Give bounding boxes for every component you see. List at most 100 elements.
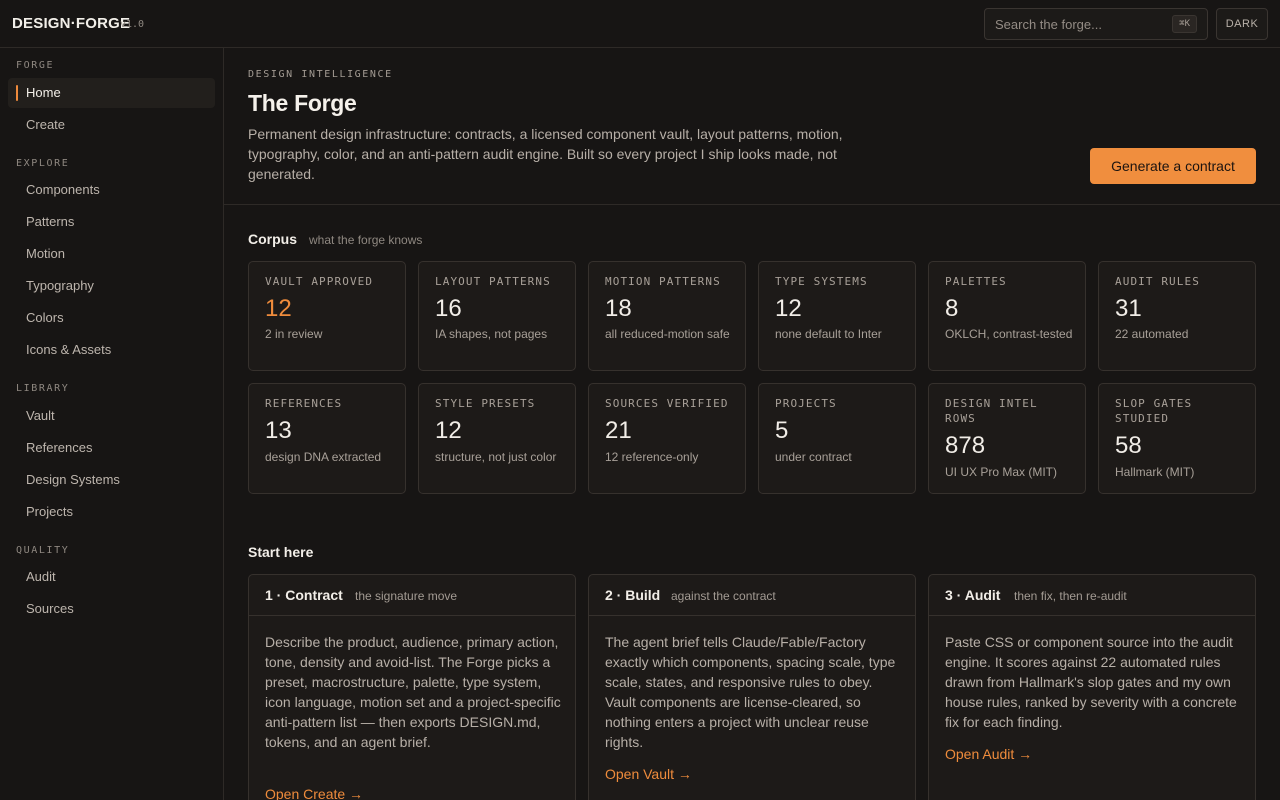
stat-label: AUDIT RULES <box>1115 275 1200 288</box>
sidebar-item-typography[interactable]: Typography <box>8 271 215 301</box>
main-content: DESIGN INTELLIGENCE The Forge Permanent … <box>224 48 1280 800</box>
stat-note: OKLCH, contrast-tested <box>945 327 1073 341</box>
sidebar-item-sources[interactable]: Sources <box>8 594 215 624</box>
sidebar-item-patterns[interactable]: Patterns <box>8 207 215 237</box>
corpus-title: Corpus <box>248 231 297 247</box>
corpus-subtitle: what the forge knows <box>309 233 423 247</box>
stat-label: DESIGN INTEL ROWS <box>945 397 1038 425</box>
stat-note: 12 reference-only <box>605 450 699 464</box>
start-here-title: Start here <box>248 544 314 560</box>
stat-value: 8 <box>945 295 959 322</box>
open-audit-link[interactable]: Open Audit → <box>945 746 1032 762</box>
stat-value: 21 <box>605 417 632 444</box>
step-body: Paste CSS or component source into the a… <box>945 634 1237 730</box>
version-badge: v1.0 <box>120 19 145 30</box>
step-header: 3 · Audit then fix, then re-audit <box>929 575 1255 616</box>
stat-value: 12 <box>775 295 802 322</box>
stat-card-projects[interactable]: PROJECTS 5 under contract <box>758 383 916 494</box>
stat-note: design DNA extracted <box>265 450 382 464</box>
step-header: 1 · Contract the signature move <box>249 575 575 616</box>
stat-label: SLOP GATES STUDIED <box>1115 397 1193 425</box>
stat-label: SOURCES VERIFIED <box>605 397 729 410</box>
stat-card-audit-rules[interactable]: AUDIT RULES 31 22 automated <box>1098 261 1256 371</box>
sidebar-item-references[interactable]: References <box>8 433 215 463</box>
step-header: 2 · Build against the contract <box>589 575 915 616</box>
top-bar: DESIGN·FORGE v1.0 ⌘K DARK <box>0 0 1280 48</box>
eyebrow: DESIGN INTELLIGENCE <box>248 69 393 80</box>
theme-toggle-button[interactable]: DARK <box>1216 8 1268 40</box>
step-tag: then fix, then re-audit <box>1014 589 1127 603</box>
step-tag: against the contract <box>671 589 776 603</box>
page-title: The Forge <box>248 90 357 116</box>
search-shortcut: ⌘K <box>1172 15 1197 33</box>
stat-card-slop-gates[interactable]: SLOP GATES STUDIED 58 Hallmark (MIT) <box>1098 383 1256 494</box>
open-create-link[interactable]: Open Create → <box>265 786 363 800</box>
step-title: 1 · Contract <box>265 587 343 603</box>
stat-value: 12 <box>265 295 292 322</box>
stat-card-vault-approved[interactable]: VAULT APPROVED 12 2 in review <box>248 261 406 371</box>
step-body: The agent brief tells Claude/Fable/Facto… <box>605 634 896 750</box>
stat-label: STYLE PRESETS <box>435 397 536 410</box>
stat-card-sources-verified[interactable]: SOURCES VERIFIED 21 12 reference-only <box>588 383 746 494</box>
nav-section-explore: EXPLORE <box>16 158 70 169</box>
stat-card-palettes[interactable]: PALETTES 8 OKLCH, contrast-tested <box>928 261 1086 371</box>
sidebar-item-vault[interactable]: Vault <box>8 401 215 431</box>
stat-value: 12 <box>435 417 462 444</box>
stat-note: all reduced-motion safe <box>605 327 730 341</box>
stat-label: PALETTES <box>945 275 1007 288</box>
sidebar-item-design-systems[interactable]: Design Systems <box>8 465 215 495</box>
generate-contract-button[interactable]: Generate a contract <box>1090 148 1256 184</box>
step-body: Describe the product, audience, primary … <box>265 634 561 750</box>
stat-value: 13 <box>265 417 292 444</box>
stat-note: 22 automated <box>1115 327 1189 341</box>
stat-note: none default to Inter <box>775 327 882 341</box>
sidebar-item-projects[interactable]: Projects <box>8 497 215 527</box>
stat-card-type-systems[interactable]: TYPE SYSTEMS 12 none default to Inter <box>758 261 916 371</box>
step-card-contract: 1 · Contract the signature move Describe… <box>248 574 576 800</box>
stat-value: 31 <box>1115 295 1142 322</box>
stat-card-layout-patterns[interactable]: LAYOUT PATTERNS 16 IA shapes, not pages <box>418 261 576 371</box>
step-card-build: 2 · Build against the contract The agent… <box>588 574 916 800</box>
step-title: 3 · Audit <box>945 587 1001 603</box>
stat-note: under contract <box>775 450 852 464</box>
stat-label: MOTION PATTERNS <box>605 275 721 288</box>
stat-card-motion-patterns[interactable]: MOTION PATTERNS 18 all reduced-motion sa… <box>588 261 746 371</box>
step-tag: the signature move <box>355 589 458 603</box>
sidebar: FORGE Home Create EXPLORE Components Pat… <box>0 48 224 800</box>
hero: DESIGN INTELLIGENCE The Forge Permanent … <box>224 48 1280 205</box>
stat-note: Hallmark (MIT) <box>1115 465 1195 479</box>
sidebar-item-create[interactable]: Create <box>8 110 215 140</box>
stat-card-design-intel-rows[interactable]: DESIGN INTEL ROWS 878 UI UX Pro Max (MIT… <box>928 383 1086 494</box>
page-description: Permanent design infrastructure: contrac… <box>248 126 843 182</box>
stat-card-style-presets[interactable]: STYLE PRESETS 12 structure, not just col… <box>418 383 576 494</box>
step-card-audit: 3 · Audit then fix, then re-audit Paste … <box>928 574 1256 800</box>
nav-section-forge: FORGE <box>16 60 55 71</box>
sidebar-item-motion[interactable]: Motion <box>8 239 215 269</box>
stat-value: 18 <box>605 295 632 322</box>
stat-note: structure, not just color <box>435 450 557 464</box>
stat-note: IA shapes, not pages <box>435 327 548 341</box>
stat-note: 2 in review <box>265 327 323 341</box>
stat-value: 16 <box>435 295 462 322</box>
search-box[interactable]: ⌘K <box>984 8 1208 40</box>
nav-section-library: LIBRARY <box>16 383 70 394</box>
sidebar-item-home[interactable]: Home <box>8 78 215 108</box>
search-input[interactable] <box>985 9 1165 39</box>
stat-value: 5 <box>775 417 789 444</box>
stat-label: VAULT APPROVED <box>265 275 374 288</box>
sidebar-item-icons-assets[interactable]: Icons & Assets <box>8 335 215 365</box>
brand-logo[interactable]: DESIGN·FORGE <box>12 15 130 32</box>
step-title: 2 · Build <box>605 587 661 603</box>
stat-label: TYPE SYSTEMS <box>775 275 868 288</box>
stat-note: UI UX Pro Max (MIT) <box>945 465 1058 479</box>
stat-label: PROJECTS <box>775 397 837 410</box>
sidebar-item-audit[interactable]: Audit <box>8 562 215 592</box>
stat-label: REFERENCES <box>265 397 343 410</box>
sidebar-item-colors[interactable]: Colors <box>8 303 215 333</box>
sidebar-item-components[interactable]: Components <box>8 175 215 205</box>
stat-value: 878 <box>945 432 986 459</box>
stat-label: LAYOUT PATTERNS <box>435 275 551 288</box>
open-vault-link[interactable]: Open Vault → <box>605 766 692 782</box>
nav-section-quality: QUALITY <box>16 545 70 556</box>
stat-card-references[interactable]: REFERENCES 13 design DNA extracted <box>248 383 406 494</box>
